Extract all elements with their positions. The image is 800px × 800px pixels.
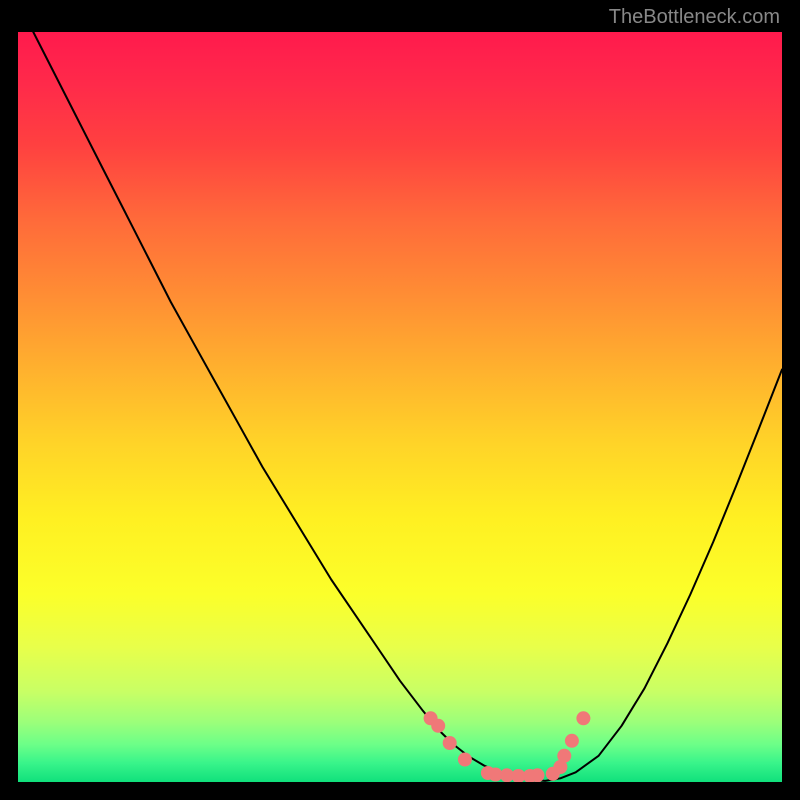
data-point-marker — [431, 719, 445, 733]
watermark-text: TheBottleneck.com — [609, 6, 780, 29]
gradient-background — [18, 32, 782, 782]
chart-svg — [18, 32, 782, 782]
data-point-marker — [531, 768, 545, 782]
data-point-marker — [576, 711, 590, 725]
data-point-marker — [443, 736, 457, 750]
data-point-marker — [557, 749, 571, 763]
chart-plot-area — [18, 32, 782, 782]
data-point-marker — [458, 753, 472, 767]
data-point-marker — [565, 734, 579, 748]
